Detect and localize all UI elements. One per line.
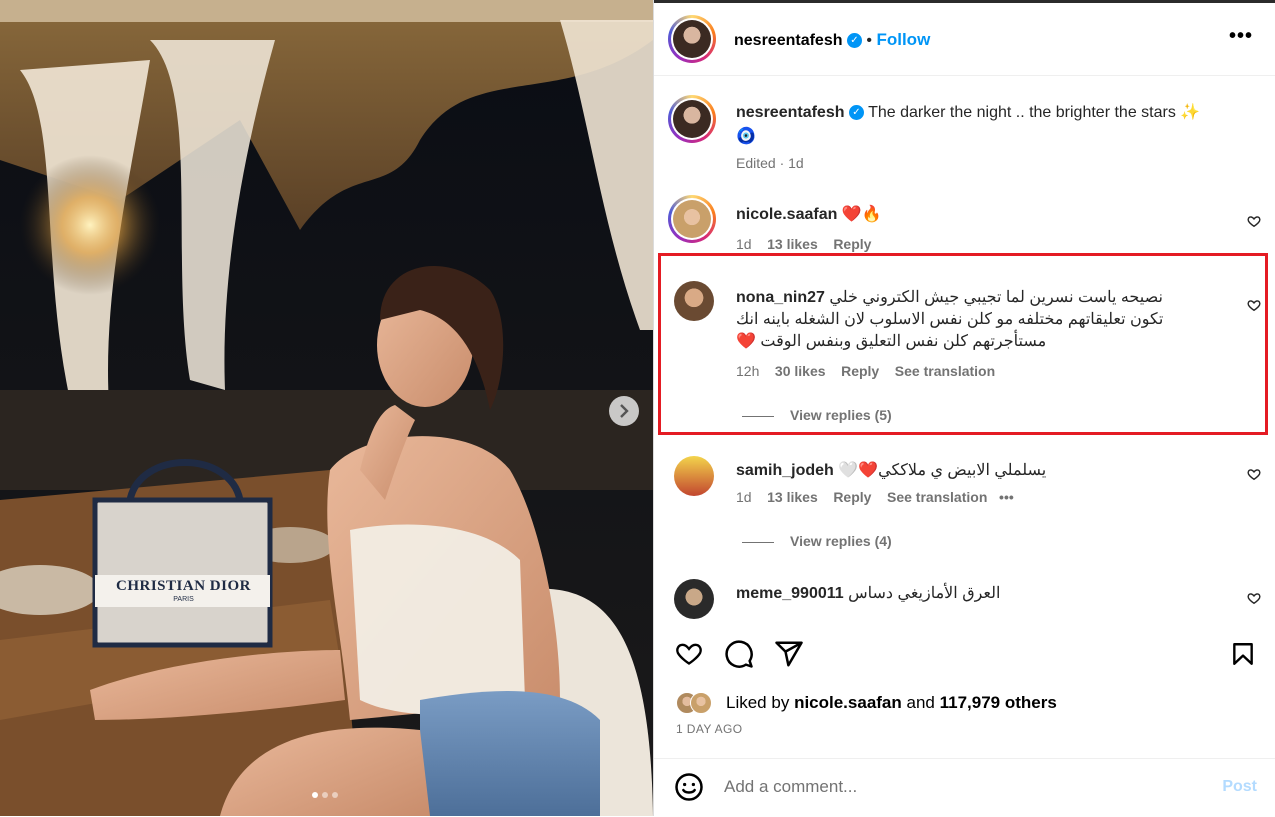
see-translation-link[interactable]: See translation [887,489,987,505]
comment-username[interactable]: meme_990011 [736,585,844,602]
comment-username[interactable]: samih_jodeh [736,462,834,479]
likes-user[interactable]: nicole.saafan [794,693,902,712]
author-username[interactable]: nesreentafesh [734,32,843,49]
caption-meta: Edited · 1d [736,155,804,171]
comment-meta: 12h 30 likes Reply See translation [736,363,995,379]
comment-username[interactable]: nicole.saafan [736,206,837,223]
caption-emoji: 🧿 [736,128,756,145]
chevron-right-icon [620,404,629,418]
post-comment-button[interactable]: Post [1222,778,1257,796]
comment-options-icon[interactable]: ••• [999,489,1014,505]
like-heart-icon[interactable] [674,639,704,667]
like-comment-heart-icon[interactable] [1247,591,1261,605]
comment-likes[interactable]: 13 likes [767,236,818,252]
liker-avatar [690,692,712,714]
verified-badge-icon: ✓ [848,105,864,121]
likes-and: and [906,693,935,712]
post-side-panel: nesreentafesh ✓ • Follow ••• nesreentafe… [654,3,1275,816]
carousel-dot [322,792,328,798]
bag-brand-sub: PARIS [173,596,194,603]
header-user-row: nesreentafesh ✓ • Follow [734,30,930,50]
like-comment-heart-icon[interactable] [1247,214,1261,228]
view-replies-button[interactable]: View replies (5) [742,407,892,423]
share-paper-plane-icon[interactable] [774,639,804,669]
caption-text-block: nesreentafesh ✓ The darker the night .. … [736,101,1256,149]
comment-text: العرق الأمازيغي دساس [848,585,1001,602]
post-date: 1 DAY AGO [676,722,743,736]
comment-body: meme_990011 العرق الأمازيغي دساس [736,583,1000,603]
comment-text-line: مستأجرتهم كلن نفس التعليق وبنفس الوقت ❤️ [736,333,1047,350]
author-avatar[interactable] [668,15,716,63]
view-replies-button[interactable]: View replies (4) [742,533,892,549]
carousel-dot [332,792,338,798]
comment-time: 12h [736,363,760,379]
comment-likes[interactable]: 30 likes [775,363,826,379]
view-replies-label: View replies (4) [790,533,892,549]
comment-body: nona_nin27 نصيحه ياست نسرين لما تجيبي جي… [736,287,1206,353]
comment-avatar[interactable] [674,456,714,496]
likes-prefix: Liked by [726,693,790,712]
reply-button[interactable]: Reply [833,489,871,505]
comment-text-line: نصيحه ياست نسرين لما تجيبي جيش الكتروني … [829,289,1163,306]
comment-bubble-icon[interactable] [724,639,754,669]
liked-by-avatars [676,690,724,714]
comment-text-line: تكون تعليقاتهم مختلفه مو كلن نفس الاسلوب… [736,311,1164,328]
separator-dot: • [866,32,873,49]
comment-text: ❤️🔥 [841,206,882,223]
caption-author-avatar[interactable] [668,95,716,143]
more-options-icon[interactable]: ••• [1229,25,1253,48]
comment-body: samih_jodeh يسلملي الابيض ي ملاككي❤️🤍 [736,460,1046,480]
view-replies-label: View replies (5) [790,407,892,423]
reply-button[interactable]: Reply [841,363,879,379]
reply-button[interactable]: Reply [833,236,871,252]
comment-username[interactable]: nona_nin27 [736,289,825,306]
emoji-picker-icon[interactable] [674,772,704,802]
like-comment-heart-icon[interactable] [1247,467,1261,481]
comment-meta: 1d 13 likes Reply See translation ••• [736,489,1014,505]
post-photo[interactable]: CHRISTIAN DIOR PARIS [0,0,653,816]
likes-count[interactable]: 117,979 others [940,693,1057,712]
see-translation-link[interactable]: See translation [895,363,995,379]
comment-likes[interactable]: 13 likes [767,489,818,505]
comment-text: يسلملي الابيض ي ملاككي❤️🤍 [838,462,1047,479]
post-actions-bar [654,635,1275,675]
comment-avatar[interactable] [674,281,714,321]
add-comment-bar: Post [654,758,1275,817]
post-header: nesreentafesh ✓ • Follow ••• [654,3,1275,76]
comment-input[interactable] [722,776,1176,798]
comments-list[interactable]: nesreentafesh ✓ The darker the night .. … [654,76,1275,624]
comment-body: nicole.saafan ❤️🔥 [736,204,882,224]
next-image-button[interactable] [609,396,639,426]
follow-button[interactable]: Follow [876,30,930,49]
comment-time: 1d [736,489,752,505]
bag-brand-text: CHRISTIAN DIOR [116,578,251,594]
comment-meta: 1d 13 likes Reply [736,236,871,252]
caption-text: The darker the night .. the brighter the… [868,104,1201,121]
photo-illustration [0,0,653,816]
comment-avatar[interactable] [674,579,714,619]
carousel-dots [312,792,338,798]
likes-summary[interactable]: Liked by nicole.saafan and 117,979 other… [726,693,1057,713]
verified-badge-icon: ✓ [846,33,862,49]
caption-username[interactable]: nesreentafesh [736,104,845,121]
save-bookmark-icon[interactable] [1230,639,1256,669]
comment-avatar[interactable] [668,195,716,243]
comment-time: 1d [736,236,752,252]
carousel-dot-active [312,792,318,798]
like-comment-heart-icon[interactable] [1247,298,1261,312]
